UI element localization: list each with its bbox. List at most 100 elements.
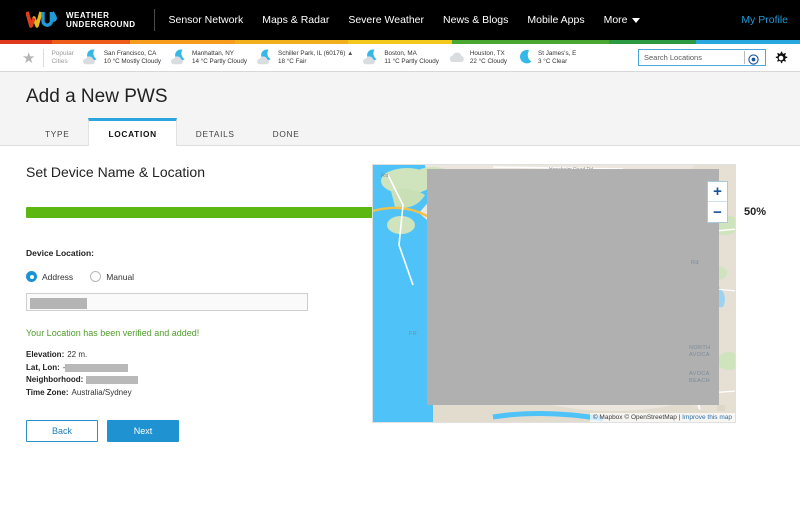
map-zoom-controls: + − [707,181,728,223]
city-item[interactable]: St James's, E3 °C Clear [516,49,576,66]
progress-bar-fill [26,206,379,218]
attribution-text: © Mapbox © OpenStreetMap | [592,414,683,421]
map-place-label: FR [409,331,418,337]
map-place-label: AVOCA [689,371,710,377]
location-map[interactable]: Hanaheim Road Rd NORTHAVOCAAVOCABEACHRdF… [372,164,736,423]
search-divider [744,51,745,64]
map-attribution: © Mapbox © OpenStreetMap | Improve this … [589,413,735,422]
nav-link-sensor-network[interactable]: Sensor Network [169,14,244,26]
nav-link-mobile-apps[interactable]: Mobile Apps [527,14,584,26]
tab-type[interactable]: TYPE [26,118,88,146]
detail-redaction [65,363,129,372]
city-text: Houston, TX 22 °C Cloudy [470,50,507,66]
wizard-tabs: TYPE LOCATION DETAILS DONE [26,118,318,146]
detail-row: Elevation: 22 m. [26,349,351,362]
location-mode-radios: Address Manual [26,271,351,282]
city-text: San Francisco, CA 10 °C Mostly Cloudy [104,50,161,66]
device-location-label: Device Location: [26,248,95,258]
map-place-label: NORTH [689,345,711,351]
city-text: St James's, E3 °C Clear [538,50,576,66]
detail-key: Lat, Lon: [26,362,60,372]
radio-manual-label: Manual [106,271,135,282]
city-name: Houston, TX [469,49,505,57]
chevron-down-icon [631,17,640,23]
city-text: Boston, MA 11 °C Partly Cloudy [384,50,439,66]
primary-nav-links: Sensor Network Maps & Radar Severe Weath… [169,14,640,26]
tab-done[interactable]: DONE [254,118,319,146]
popular-cities-strip: ★ Popular Cities San Francisco, CA 10 °C … [0,44,800,72]
detail-key: Neighborhood: [26,375,84,384]
detail-value: Australia/Sydney [71,387,132,397]
moon-icon [516,49,535,66]
verification-message: Your Location has been verified and adde… [26,328,200,338]
star-icon[interactable]: ★ [22,49,35,67]
progress-percent-label: 50% [744,206,767,218]
brand-line-1: WEATHER [66,10,110,20]
top-navigation-bar: WEATHER UNDERGROUND Sensor Network Maps … [0,0,800,40]
popular-cities-label: Popular Cities [51,50,74,65]
nav-link-news-blogs[interactable]: News & Blogs [443,14,508,26]
wu-logo-icon [25,9,60,31]
city-conditions: 11 °C Partly Cloudy [384,57,439,65]
wunderground-logo[interactable]: WEATHER UNDERGROUND [25,9,136,31]
city-conditions: 14 °C Partly Cloudy [191,57,247,65]
nav-link-severe-weather[interactable]: Severe Weather [348,14,424,26]
detail-key: Time Zone: [26,387,69,397]
search-input[interactable] [644,53,744,62]
city-item[interactable]: Boston, MA 11 °C Partly Cloudy [362,49,439,66]
map-place-label: Rd [691,260,699,266]
map-place-label: BEACH [689,378,710,384]
detail-row: Lat, Lon: - [26,362,351,375]
city-item[interactable]: Houston, TX 22 °C Cloudy [448,49,507,66]
main-content: Set Device Name & Location 50% Device Lo… [0,164,800,442]
radio-address[interactable]: Address [26,271,73,282]
back-button[interactable]: Back [26,420,98,442]
city-item[interactable]: San Francisco, CA 10 °C Mostly Cloudy [82,49,161,66]
search-area [638,49,788,66]
map-place-label: AVOCA [689,352,710,358]
city-list: San Francisco, CA 10 °C Mostly Cloudy Manh… [82,49,576,66]
nav-more-label: More [603,14,628,26]
moon-cloud-icon [256,49,275,66]
gear-icon[interactable] [774,51,788,65]
tab-location[interactable]: LOCATION [88,118,177,146]
map-zoom-in-button[interactable]: + [708,182,727,202]
city-item[interactable]: Manhattan, NY 14 °C Partly Cloudy [170,49,247,66]
map-zoom-out-button[interactable]: − [708,202,727,222]
tab-details[interactable]: DETAILS [177,118,254,146]
address-input[interactable] [26,293,308,311]
moon-cloud-icon [362,49,381,66]
city-text: Manhattan, NY 14 °C Partly Cloudy [192,50,247,66]
map-redaction-overlay [427,169,719,405]
city-name: Manhattan, NY [191,49,234,57]
nav-divider [153,9,155,31]
detail-redaction [86,376,139,385]
wizard-buttons: Back Next [26,420,351,442]
search-locations-box[interactable] [638,49,766,66]
nav-link-maps-radar[interactable]: Maps & Radar [262,14,329,26]
city-text: Schiller Park, IL (60176) ▲ 18 °C Fair [278,50,353,66]
city-name: St James's, E [538,49,577,57]
strip-divider [43,48,45,67]
radio-address-label: Address [42,271,74,282]
form-and-map-columns: Device Location: Address Manual Your Loc… [26,164,774,442]
location-details: Elevation: 22 m. Lat, Lon: - Neighborhood: Ti… [26,349,351,399]
city-name: San Francisco, CA [103,49,157,57]
city-conditions: 18 °C Fair [278,57,307,65]
page-header: Add a New PWS TYPE LOCATION DETAILS DONE [0,72,800,146]
radio-manual[interactable]: Manual [90,271,134,282]
crosshair-icon[interactable] [748,52,759,65]
city-name: Boston, MA [384,49,417,57]
map-place-label: Rd [381,173,389,179]
city-item[interactable]: Schiller Park, IL (60176) ▲ 18 °C Fair [256,49,353,66]
city-conditions: 3 °C Clear [538,57,568,65]
nav-link-more[interactable]: More [604,14,640,26]
page-title: Add a New PWS [26,86,168,107]
brand-text: WEATHER UNDERGROUND [66,11,136,30]
radio-address-dot [26,271,37,282]
city-conditions: 22 °C Cloudy [469,57,508,65]
moon-cloud-icon [82,49,101,66]
improve-map-link[interactable]: Improve this map [682,414,732,421]
next-button[interactable]: Next [107,420,179,442]
my-profile-link[interactable]: My Profile [741,14,788,26]
